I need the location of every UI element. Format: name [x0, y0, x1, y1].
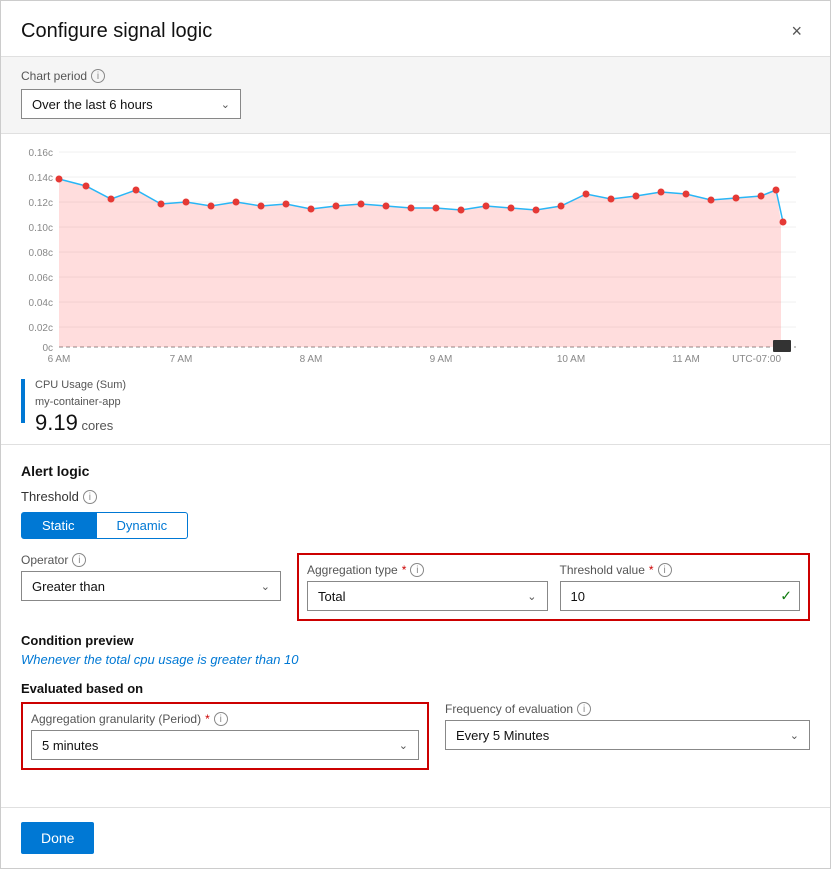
operator-group: Operator i Greater than ⌄ [21, 553, 281, 601]
granularity-dropdown[interactable]: 5 minutes ⌄ [31, 730, 419, 760]
chart-svg: 0.16c 0.14c 0.12c 0.10c 0.08c 0.06c 0.04… [21, 144, 801, 364]
aggregation-type-label: Aggregation type * i [307, 563, 548, 577]
svg-text:0.14c: 0.14c [29, 173, 53, 184]
close-button[interactable]: × [783, 17, 810, 46]
static-toggle-button[interactable]: Static [21, 512, 96, 539]
threshold-required-star: * [649, 563, 654, 577]
aggregation-info-icon[interactable]: i [410, 563, 424, 577]
aggregation-type-group: Aggregation type * i Total ⌄ [307, 563, 548, 611]
svg-text:9 AM: 9 AM [430, 354, 453, 364]
legend-unit: cores [81, 418, 113, 433]
svg-text:10 AM: 10 AM [557, 354, 585, 364]
operator-dropdown-arrow: ⌄ [261, 580, 270, 593]
configure-signal-logic-dialog: Configure signal logic × Chart period i … [0, 0, 831, 869]
chart-period-dropdown[interactable]: Over the last 6 hours ⌄ [21, 89, 241, 119]
eval-row: Aggregation granularity (Period) * i 5 m… [21, 702, 810, 770]
granularity-dropdown-arrow: ⌄ [399, 739, 408, 752]
svg-text:0.04c: 0.04c [29, 298, 53, 309]
granularity-group: Aggregation granularity (Period) * i 5 m… [21, 702, 429, 770]
threshold-info-icon[interactable]: i [83, 490, 97, 504]
threshold-value-input[interactable] [560, 581, 801, 611]
svg-text:0c: 0c [42, 343, 53, 354]
chart-container: 0.16c 0.14c 0.12c 0.10c 0.08c 0.06c 0.04… [21, 144, 801, 364]
svg-text:7 AM: 7 AM [170, 354, 193, 364]
chart-legend: CPU Usage (Sum) my-container-app 9.19 co… [1, 373, 830, 436]
operator-info-icon[interactable]: i [72, 553, 86, 567]
svg-text:0.12c: 0.12c [29, 198, 53, 209]
legend-metric: CPU Usage (Sum) [35, 377, 126, 394]
frequency-label: Frequency of evaluation i [445, 702, 810, 716]
threshold-value-label: Threshold value * i [560, 563, 801, 577]
aggregation-type-dropdown[interactable]: Total ⌄ [307, 581, 548, 611]
threshold-label: Threshold i [21, 489, 810, 504]
svg-text:11 AM: 11 AM [672, 354, 700, 364]
svg-text:8 AM: 8 AM [300, 354, 323, 364]
condition-preview-title: Condition preview [21, 633, 810, 648]
alert-logic-section: Alert logic Threshold i Static Dynamic O… [1, 453, 830, 796]
svg-text:0.06c: 0.06c [29, 273, 53, 284]
threshold-value-info-icon[interactable]: i [658, 563, 672, 577]
evaluated-title: Evaluated based on [21, 681, 810, 696]
dialog-header: Configure signal logic × [1, 1, 830, 57]
granularity-info-icon[interactable]: i [214, 712, 228, 726]
dynamic-toggle-button[interactable]: Dynamic [96, 512, 189, 539]
dialog-title: Configure signal logic [21, 20, 212, 43]
threshold-check-icon: ✓ [780, 588, 792, 605]
svg-text:6 AM: 6 AM [48, 354, 71, 364]
svg-text:0.10c: 0.10c [29, 223, 53, 234]
chart-period-section: Chart period i Over the last 6 hours ⌄ [1, 57, 830, 134]
frequency-info-icon[interactable]: i [577, 702, 591, 716]
svg-text:UTC-07:00: UTC-07:00 [732, 354, 781, 364]
aggregation-dropdown-arrow: ⌄ [527, 590, 536, 603]
frequency-dropdown[interactable]: Every 5 Minutes ⌄ [445, 720, 810, 750]
svg-text:0.08c: 0.08c [29, 248, 53, 259]
threshold-value-input-wrapper: ✓ [560, 581, 801, 611]
dialog-footer: Done [1, 807, 830, 868]
aggregation-required-star: * [402, 563, 407, 577]
operator-label: Operator i [21, 553, 281, 567]
granularity-required-star: * [205, 712, 210, 726]
legend-value: 9.19 [35, 410, 78, 435]
svg-text:0.02c: 0.02c [29, 323, 53, 334]
threshold-toggle-group: Static Dynamic [21, 512, 810, 539]
operator-aggregation-row: Operator i Greater than ⌄ Aggregation ty… [21, 553, 810, 621]
alert-logic-title: Alert logic [21, 463, 810, 479]
legend-resource: my-container-app [35, 394, 126, 411]
chart-period-dropdown-arrow: ⌄ [221, 98, 230, 111]
condition-preview-text: Whenever the total cpu usage is greater … [21, 652, 810, 667]
evaluated-based-on-section: Evaluated based on Aggregation granulari… [21, 681, 810, 770]
chart-period-label: Chart period i [21, 69, 810, 83]
operator-dropdown[interactable]: Greater than ⌄ [21, 571, 281, 601]
done-button[interactable]: Done [21, 822, 94, 854]
frequency-dropdown-arrow: ⌄ [790, 729, 799, 742]
threshold-value-group: Threshold value * i ✓ [560, 563, 801, 611]
legend-bar [21, 379, 25, 423]
frequency-group: Frequency of evaluation i Every 5 Minute… [445, 702, 810, 750]
chart-area: 0.16c 0.14c 0.12c 0.10c 0.08c 0.06c 0.04… [1, 134, 830, 373]
condition-preview-section: Condition preview Whenever the total cpu… [21, 633, 810, 667]
aggregation-threshold-wrapper: Aggregation type * i Total ⌄ Threshold v… [297, 553, 810, 621]
svg-text:0.16c: 0.16c [29, 148, 53, 159]
legend-value-row: 9.19 cores [35, 410, 126, 436]
granularity-label: Aggregation granularity (Period) * i [31, 712, 419, 726]
legend-info: CPU Usage (Sum) my-container-app 9.19 co… [35, 377, 126, 436]
chart-period-info-icon[interactable]: i [91, 69, 105, 83]
